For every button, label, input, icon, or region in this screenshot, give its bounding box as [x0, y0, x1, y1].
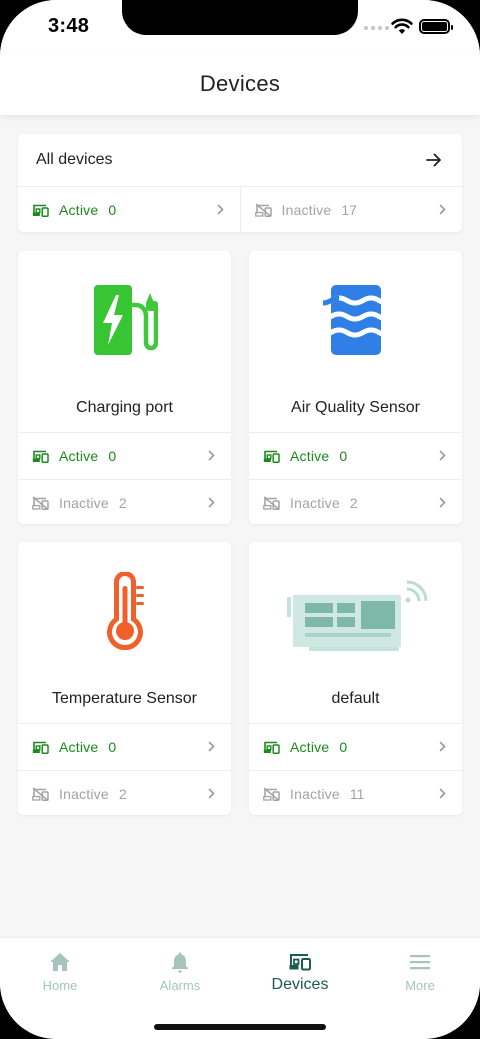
devices-screen: 3:48 Devices All devices Active 0 Inacti… [0, 0, 480, 1039]
device-type-name: Temperature Sensor [18, 674, 231, 724]
status-bar: 3:48 [0, 0, 480, 54]
device-type-name: Air Quality Sensor [249, 383, 462, 433]
chevron-right-icon [439, 204, 446, 214]
inactive-label: Inactive [290, 785, 340, 802]
active-link[interactable]: Active 0 [249, 724, 462, 770]
active-count: 0 [108, 739, 117, 755]
active-label: Active [290, 448, 330, 464]
chevron-right-icon [439, 497, 446, 507]
inactive-label: Inactive [59, 785, 109, 802]
device-type-card-air-quality-sensor[interactable]: Air Quality Sensor Active 0 Inactive 2 [249, 251, 462, 524]
tab-label: Home [42, 978, 78, 993]
ev-charger-icon [93, 285, 158, 355]
device-type-card-default[interactable]: default Active 0 Inactive 11 [249, 542, 462, 815]
tab-label: Devices [271, 976, 329, 993]
active-count: 0 [108, 201, 117, 218]
tab-home[interactable]: Home [0, 938, 120, 1008]
inactive-count: 2 [118, 494, 127, 511]
devices-icon [289, 954, 311, 971]
cellular-signal-icon [364, 26, 389, 30]
device-type-card-temperature-sensor[interactable]: Temperature Sensor Active 0 Inactive 2 [18, 542, 231, 815]
home-indicator[interactable] [154, 1024, 326, 1030]
chevron-right-icon [208, 450, 215, 461]
devices-inactive-icon [263, 495, 280, 510]
battery-icon [419, 19, 453, 34]
tab-alarms[interactable]: Alarms [120, 938, 240, 1008]
home-icon [50, 953, 70, 971]
inactive-count: 2 [349, 494, 358, 511]
inactive-label: Inactive [290, 494, 340, 511]
tab-label: More [405, 978, 435, 993]
inactive-link[interactable]: Inactive 2 [18, 770, 231, 815]
devices-active-icon [263, 741, 280, 754]
devices-inactive-icon [254, 202, 272, 217]
device-image [18, 251, 231, 383]
inactive-link[interactable]: Inactive 2 [249, 479, 462, 524]
active-count: 0 [339, 739, 348, 755]
active-count: 0 [108, 448, 117, 464]
all-devices-card: All devices Active 0 Inactive 17 [18, 134, 462, 232]
chevron-right-icon [208, 788, 215, 798]
active-label: Active [290, 739, 330, 755]
active-count: 0 [339, 448, 348, 464]
chevron-right-icon [439, 450, 446, 461]
chevron-right-icon [208, 497, 215, 507]
chevron-right-icon [217, 204, 224, 214]
device-image [18, 542, 231, 674]
device-image [249, 251, 462, 383]
active-label: Active [59, 739, 99, 755]
notch [122, 0, 358, 35]
devices-inactive-icon [263, 786, 280, 801]
inactive-count: 2 [118, 785, 127, 802]
arrow-right-icon[interactable] [426, 153, 442, 167]
chevron-right-icon [208, 741, 215, 752]
device-image [249, 542, 462, 674]
tab-label: Alarms [159, 978, 201, 993]
chevron-right-icon [439, 788, 446, 798]
devices-active-icon [263, 450, 280, 463]
device-type-card-charging-port[interactable]: Charging port Active 0 Inactive 2 [18, 251, 231, 524]
status-time: 3:48 [48, 15, 90, 37]
inactive-count: 17 [341, 201, 357, 218]
inactive-label: Inactive [59, 494, 109, 511]
all-devices-title: All devices [36, 151, 113, 168]
circuit-board-icon [286, 580, 427, 651]
tab-devices[interactable]: Devices [240, 938, 360, 1008]
chevron-right-icon [439, 741, 446, 752]
wifi-icon [391, 18, 413, 34]
devices-inactive-icon [32, 786, 49, 801]
active-link[interactable]: Active 0 [249, 433, 462, 479]
devices-active-icon [32, 741, 49, 754]
active-label: Active [59, 448, 99, 464]
active-link[interactable]: Active 0 [18, 433, 231, 479]
all-devices-header[interactable]: All devices [18, 134, 462, 187]
app-bar: Devices [0, 54, 480, 115]
inactive-link[interactable]: Inactive 2 [18, 479, 231, 524]
all-active-link[interactable]: Active 0 [18, 187, 240, 232]
inactive-label: Inactive [281, 201, 332, 218]
device-type-name: default [249, 674, 462, 724]
active-link[interactable]: Active 0 [18, 724, 231, 770]
devices-active-icon [32, 450, 49, 463]
all-inactive-link[interactable]: Inactive 17 [239, 187, 463, 232]
inactive-link[interactable]: Inactive 11 [249, 770, 462, 815]
bell-icon [172, 952, 188, 973]
active-label: Active [59, 201, 99, 218]
inactive-count: 11 [349, 785, 365, 802]
page-title: Devices [199, 71, 281, 96]
thermometer-icon [106, 572, 144, 650]
device-type-name: Charging port [18, 383, 231, 433]
tab-more[interactable]: More [360, 938, 480, 1008]
devices-active-icon [32, 204, 49, 217]
devices-inactive-icon [32, 495, 49, 510]
air-wave-icon [322, 285, 387, 355]
menu-icon [410, 955, 430, 970]
